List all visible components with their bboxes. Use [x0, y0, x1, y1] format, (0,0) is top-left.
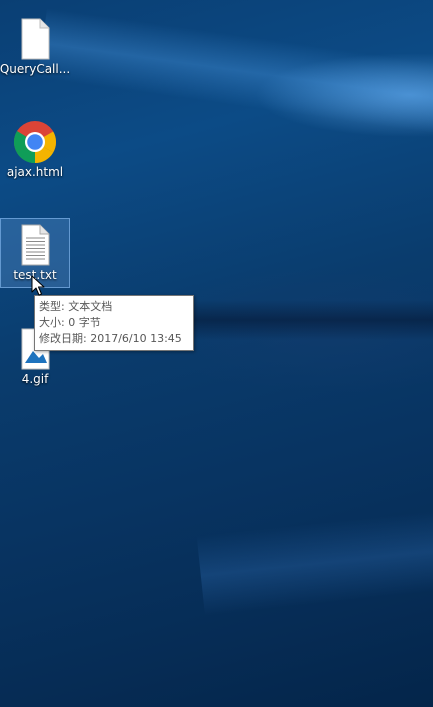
wallpaper-light-beam-lower	[196, 504, 433, 616]
text-document-icon	[21, 224, 50, 266]
desktop[interactable]: QueryCall... ajax.html test.txt 4.gif 类型…	[0, 0, 433, 707]
wallpaper-light-beam	[37, 8, 433, 142]
desktop-icon-label: QueryCall...	[0, 62, 71, 76]
desktop-icon-ajax-html[interactable]: ajax.html	[0, 115, 70, 185]
chrome-icon	[13, 121, 57, 164]
tooltip-modified-line: 修改日期: 2017/6/10 13:45	[39, 332, 182, 345]
desktop-icon-label: 4.gif	[21, 372, 49, 386]
text-file-icon	[21, 18, 50, 60]
file-info-tooltip: 类型: 文本文档 大小: 0 字节 修改日期: 2017/6/10 13:45	[34, 295, 194, 351]
mouse-pointer-icon	[31, 275, 45, 296]
desktop-icon-label: ajax.html	[6, 165, 64, 179]
tooltip-size-line: 大小: 0 字节	[39, 316, 101, 329]
tooltip-type-line: 类型: 文本文档	[39, 300, 113, 313]
desktop-icon-querycall[interactable]: QueryCall...	[0, 12, 70, 82]
